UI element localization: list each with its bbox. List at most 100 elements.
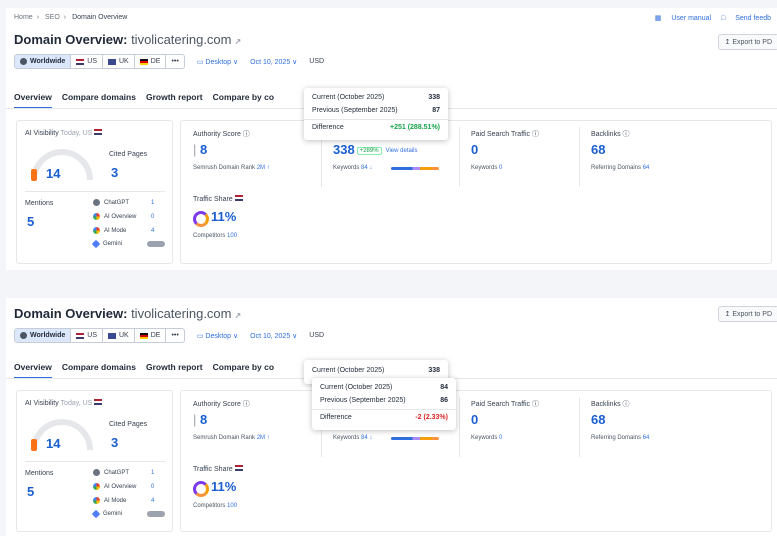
globe-icon — [20, 332, 27, 339]
source-chatgpt[interactable]: ChatGPT 1 — [93, 469, 154, 476]
filter-bar: Worldwide US UK DE ••• ▭ Desktop ∨ Oct 1… — [14, 328, 324, 343]
backlinks-label: Backlinks ⓘ — [591, 131, 630, 138]
backlinks-label: Backlinks ⓘ — [591, 401, 630, 408]
db-uk[interactable]: UK — [103, 55, 135, 68]
mentions-label: Mentions — [25, 470, 54, 477]
date-dropdown[interactable]: Oct 10, 2025 ∨ — [250, 332, 297, 340]
source-ai-overview[interactable]: AI Overview 0 — [93, 483, 154, 490]
device-dropdown[interactable]: ▭ Desktop ∨ — [197, 332, 238, 340]
de-flag-icon — [139, 332, 148, 339]
external-link-icon[interactable]: ↗ — [235, 311, 242, 320]
database-selector: Worldwide US UK DE ••• — [14, 328, 185, 343]
source-ai-mode[interactable]: AI Mode 4 — [93, 497, 154, 504]
db-us[interactable]: US — [71, 55, 103, 68]
source-ai-overview[interactable]: AI Overview 0 — [93, 213, 154, 220]
db-de[interactable]: DE — [135, 329, 167, 342]
breadcrumb: Home › SEO › Domain Overview — [14, 14, 128, 21]
gemini-icon — [91, 509, 101, 519]
keyword-distribution-bar — [391, 437, 439, 440]
authority-score-label: Authority Score ⓘ — [193, 401, 250, 408]
db-more[interactable]: ••• — [166, 329, 183, 342]
traffic-tooltip: Current (October 2025) 338 Previous (Sept… — [304, 88, 448, 140]
db-uk[interactable]: UK — [103, 329, 135, 342]
us-flag-icon — [76, 58, 85, 65]
ai-visibility-label: AI Visibility Today, US — [25, 129, 103, 137]
tab-overview[interactable]: Overview — [14, 362, 52, 379]
traffic-share-ring — [193, 211, 209, 227]
mentions-value[interactable]: 5 — [27, 214, 34, 229]
domain-overview-panel-1: Home › SEO › Domain Overview ▦ User manual… — [6, 8, 777, 270]
tab-compare-by[interactable]: Compare by co — [213, 362, 274, 379]
keywords-tooltip: Current (October 2025) 84 Previous (Septe… — [312, 378, 456, 430]
top-links: ▦ User manual □ Send feedb — [647, 14, 771, 22]
ai-gauge — [31, 419, 93, 451]
breadcrumb-current: Domain Overview — [72, 14, 128, 21]
device-dropdown[interactable]: ▭ Desktop ∨ — [197, 58, 238, 66]
ai-visibility-score: 14 — [46, 166, 61, 181]
cited-pages-value[interactable]: 3 — [111, 435, 118, 450]
db-worldwide[interactable]: Worldwide — [15, 329, 72, 342]
mentions-value[interactable]: 5 — [27, 484, 34, 499]
tab-growth-report[interactable]: Growth report — [146, 92, 203, 109]
page-title: Domain Overview: tivolicatering.com ↗ — [14, 32, 242, 47]
db-us[interactable]: US — [71, 329, 103, 342]
paid-keywords: Keywords 0 — [471, 165, 503, 171]
tab-compare-domains[interactable]: Compare domains — [62, 362, 136, 379]
authority-score-label: Authority Score ⓘ — [193, 131, 250, 138]
external-link-icon[interactable]: ↗ — [235, 37, 242, 46]
database-selector: Worldwide US UK DE ••• — [14, 54, 185, 69]
traffic-share-value[interactable]: 11% — [211, 209, 236, 224]
db-worldwide[interactable]: Worldwide — [15, 55, 72, 68]
tab-compare-by[interactable]: Compare by co — [213, 92, 274, 109]
google-icon — [93, 483, 100, 490]
source-chatgpt[interactable]: ChatGPT 1 — [93, 199, 154, 206]
currency-label: USD — [309, 58, 325, 65]
backlinks-value[interactable]: 68 — [591, 412, 605, 427]
globe-icon — [20, 58, 27, 65]
cited-pages-value[interactable]: 3 — [111, 165, 118, 180]
paid-traffic-value[interactable]: 0 — [471, 142, 478, 157]
source-ai-mode[interactable]: AI Mode 4 — [93, 227, 154, 234]
google-icon — [93, 213, 100, 220]
traffic-share-label: Traffic Share — [193, 195, 243, 203]
domain-rank: Semrush Domain Rank 2M ↑ — [193, 165, 270, 171]
uk-flag-icon — [108, 332, 116, 339]
tab-growth-report[interactable]: Growth report — [146, 362, 203, 379]
source-gemini[interactable]: Gemini — [91, 239, 165, 249]
page-title: Domain Overview: tivolicatering.com ↗ — [14, 306, 242, 321]
competitors: Competitors 100 — [193, 233, 238, 239]
organic-traffic-value[interactable]: 338 +289% View details — [333, 142, 417, 157]
mentions-label: Mentions — [25, 200, 54, 207]
ai-visibility-score: 14 — [46, 436, 61, 451]
backlinks-value[interactable]: 68 — [591, 142, 605, 157]
date-dropdown[interactable]: Oct 10, 2025 ∨ — [250, 58, 297, 66]
chatgpt-icon — [93, 199, 100, 206]
paid-traffic-value[interactable]: 0 — [471, 412, 478, 427]
tab-bar: Overview Compare domains Growth report C… — [14, 362, 274, 379]
authority-score-value[interactable]: | 8 — [193, 412, 207, 427]
competitors: Competitors 100 — [193, 503, 238, 509]
organic-keywords: Keywords 84 ↓ — [333, 435, 373, 441]
ai-visibility-card: AI Visibility Today, US 14 Cited Pages 3… — [16, 390, 173, 532]
locked-pill — [147, 511, 165, 517]
ai-gauge — [31, 149, 93, 181]
source-gemini[interactable]: Gemini — [91, 509, 165, 519]
referring-domains: Referring Domains 64 — [591, 165, 650, 171]
tab-overview[interactable]: Overview — [14, 92, 52, 109]
google-icon — [93, 497, 100, 504]
breadcrumb-home[interactable]: Home — [14, 14, 33, 21]
traffic-share-value[interactable]: 11% — [211, 479, 236, 494]
db-more[interactable]: ••• — [166, 55, 183, 68]
user-manual-link[interactable]: ▦ User manual — [655, 15, 711, 22]
db-de[interactable]: DE — [135, 55, 167, 68]
domain-rank: Semrush Domain Rank 2M ↑ — [193, 435, 270, 441]
de-flag-icon — [139, 58, 148, 65]
export-pdf-button[interactable]: ↥ Export to PD — [717, 34, 777, 50]
tab-compare-domains[interactable]: Compare domains — [62, 92, 136, 109]
breadcrumb-seo[interactable]: SEO — [45, 14, 60, 21]
locked-pill — [147, 241, 165, 247]
send-feedback-link[interactable]: □ Send feedb — [721, 15, 771, 22]
export-pdf-button[interactable]: ↥ Export to PD — [717, 306, 777, 322]
authority-score-value[interactable]: | 8 — [193, 142, 207, 157]
domain-overview-panel-2: Domain Overview: tivolicatering.com ↗ ↥ E… — [6, 298, 777, 536]
